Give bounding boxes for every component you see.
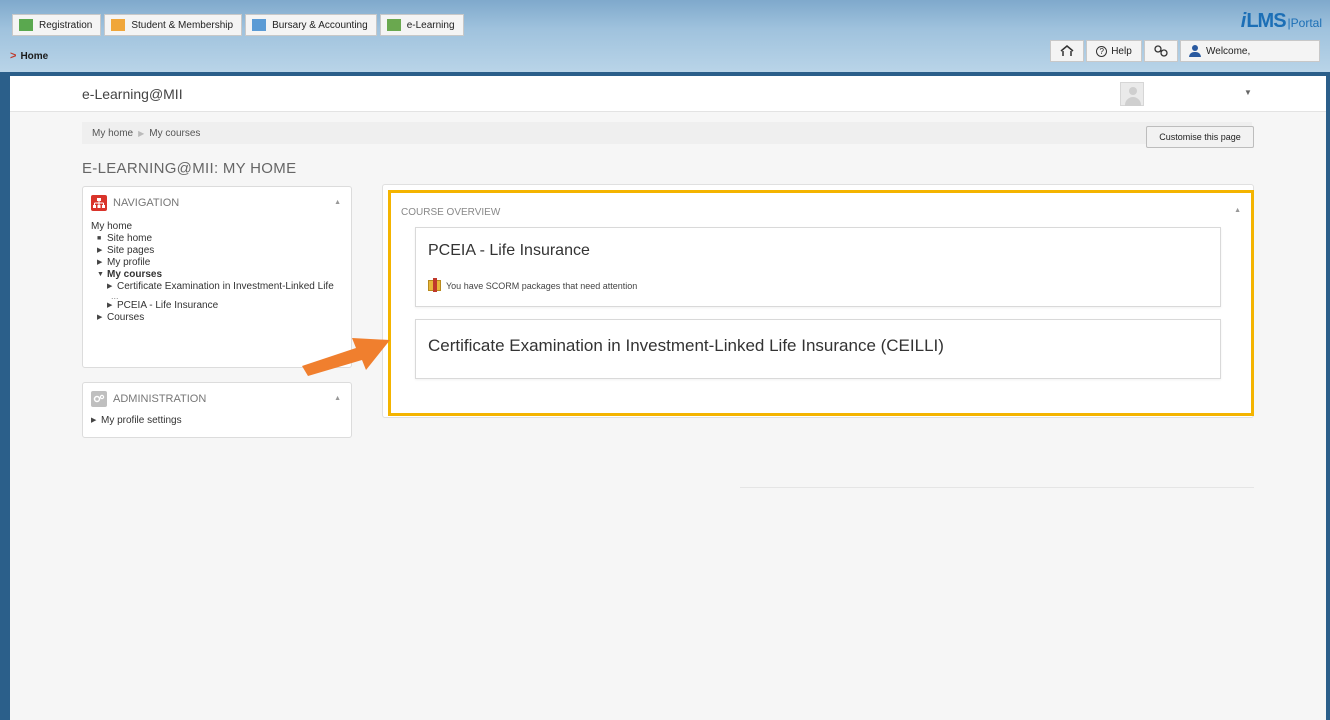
welcome-user-button[interactable]: Welcome, <box>1180 40 1320 62</box>
module-tab-elearning[interactable]: e-Learning <box>379 14 464 36</box>
breadcrumb-separator-icon: ▶ <box>138 128 145 138</box>
scorm-note-text: You have SCORM packages that need attent… <box>446 280 638 291</box>
nav-item-label: My profile <box>107 257 151 268</box>
user-icon <box>1189 45 1201 57</box>
expand-arrow-icon: ▶ <box>91 417 97 424</box>
module-tabs: Registration Student & Membership Bursar… <box>12 14 464 36</box>
nav-item-label: PCEIA - Life Insurance <box>117 300 219 311</box>
home-icon <box>1060 45 1074 56</box>
course-overview-collapse-icon[interactable]: ▲ <box>1234 207 1241 214</box>
ilms-portal-logo: i LMS |Portal <box>1241 10 1322 33</box>
administration-tree: ▶ My profile settings <box>91 415 182 427</box>
portal-header: Registration Student & Membership Bursar… <box>0 0 1330 72</box>
annotation-arrow-icon <box>302 338 390 376</box>
scorm-package-icon <box>428 278 441 292</box>
module-tab-label: e-Learning <box>406 19 455 31</box>
help-button[interactable]: ? Help <box>1086 40 1142 62</box>
module-tab-label: Student & Membership <box>131 19 234 31</box>
nav-item-site-pages[interactable]: ▶ Site pages <box>91 245 334 257</box>
help-label: Help <box>1111 45 1132 57</box>
nav-item-pceia-course[interactable]: ▶ PCEIA - Life Insurance <box>91 300 334 312</box>
nav-item-label: Site home <box>107 233 153 244</box>
breadcrumb-my-courses[interactable]: My courses <box>149 128 200 139</box>
elearning-swatch-icon <box>386 19 401 31</box>
user-avatar[interactable] <box>1120 82 1144 106</box>
navigation-tree: My home ■ Site home ▶ Site pages ▶ My pr… <box>91 221 334 324</box>
scorm-attention-note[interactable]: You have SCORM packages that need attent… <box>428 278 638 292</box>
student-swatch-icon <box>111 19 126 31</box>
administration-block: ADMINISTRATION ▲ ▶ My profile settings <box>82 382 352 438</box>
module-tab-registration[interactable]: Registration <box>12 14 102 36</box>
expand-arrow-icon: ▶ <box>97 247 103 254</box>
bullet-icon: ■ <box>97 235 102 242</box>
course-card-pceia: PCEIA - Life Insurance You have SCORM pa… <box>415 227 1221 307</box>
navigation-block-title: NAVIGATION <box>113 197 180 209</box>
breadcrumb: My home ▶ My courses <box>82 122 1252 144</box>
nav-ellipsis: ... <box>111 291 119 301</box>
module-tab-student-membership[interactable]: Student & Membership <box>104 14 243 36</box>
nav-item-my-profile[interactable]: ▶ My profile <box>91 257 334 269</box>
nav-item-my-courses[interactable]: ▼ My courses <box>91 269 334 281</box>
portal-home-button[interactable] <box>1050 40 1084 62</box>
chevron-right-icon: > <box>10 50 17 62</box>
nav-item-label: Courses <box>107 312 145 323</box>
moodle-page: e-Learning@MII ▼ My home ▶ My courses Cu… <box>10 76 1326 720</box>
administration-collapse-icon[interactable]: ▲ <box>334 395 341 402</box>
welcome-label: Welcome, <box>1206 45 1251 57</box>
divider <box>740 487 1254 488</box>
course-title-link[interactable]: Certificate Examination in Investment-Li… <box>428 336 944 356</box>
portal-tools: ? Help Welcome, <box>1050 40 1320 62</box>
course-overview-highlight: COURSE OVERVIEW ▲ PCEIA - Life Insurance… <box>388 190 1254 416</box>
nav-item-label: My courses <box>107 269 163 280</box>
navigation-collapse-icon[interactable]: ▲ <box>334 199 341 206</box>
expand-arrow-icon: ▶ <box>107 302 113 309</box>
home-label: Home <box>20 50 49 62</box>
administration-gear-icon <box>91 391 107 407</box>
nav-item-courses[interactable]: ▶ Courses <box>91 312 334 324</box>
nav-item-label: My home <box>91 221 133 232</box>
nav-item-ceilli-course[interactable]: ▶ Certificate Examination in Investment-… <box>91 281 334 293</box>
course-overview-title: COURSE OVERVIEW <box>401 207 501 218</box>
nav-item-label: Certificate Examination in Investment-Li… <box>117 281 334 292</box>
expand-arrow-icon: ▶ <box>97 259 103 266</box>
logo-lms: LMS <box>1246 10 1286 32</box>
nav-item-label: Site pages <box>107 245 155 256</box>
collapse-arrow-icon: ▼ <box>97 271 104 278</box>
link-icon <box>1154 45 1168 57</box>
course-title-link[interactable]: PCEIA - Life Insurance <box>428 242 590 260</box>
site-name-link[interactable]: e-Learning@MII <box>82 86 183 102</box>
portal-home-link[interactable]: > Home <box>10 50 48 62</box>
admin-item-label: My profile settings <box>101 415 182 426</box>
course-card-ceilli: Certificate Examination in Investment-Li… <box>415 319 1221 379</box>
user-menu-caret-icon[interactable]: ▼ <box>1244 88 1252 97</box>
registration-swatch-icon <box>19 19 33 31</box>
module-tab-bursary-accounting[interactable]: Bursary & Accounting <box>245 14 377 36</box>
module-tab-label: Bursary & Accounting <box>272 19 368 31</box>
nav-item-my-home[interactable]: My home <box>91 221 334 233</box>
customise-page-button[interactable]: Customise this page <box>1146 126 1254 148</box>
administration-block-header: ADMINISTRATION <box>91 391 206 407</box>
administration-block-title: ADMINISTRATION <box>113 393 207 405</box>
expand-arrow-icon: ▶ <box>97 314 103 321</box>
page-title: E-LEARNING@MII: MY HOME <box>82 160 297 177</box>
breadcrumb-my-home[interactable]: My home <box>92 128 133 139</box>
module-tab-label: Registration <box>39 19 93 31</box>
navigation-sitemap-icon <box>91 195 107 211</box>
navigation-block-header: NAVIGATION <box>91 195 179 211</box>
nav-item-site-home[interactable]: ■ Site home <box>91 233 334 245</box>
logo-portal: |Portal <box>1287 16 1322 30</box>
admin-item-my-profile-settings[interactable]: ▶ My profile settings <box>91 415 182 427</box>
links-button[interactable] <box>1144 40 1178 62</box>
moodle-header: e-Learning@MII ▼ <box>10 76 1326 112</box>
bursary-swatch-icon <box>252 19 267 31</box>
help-icon: ? <box>1096 45 1108 57</box>
